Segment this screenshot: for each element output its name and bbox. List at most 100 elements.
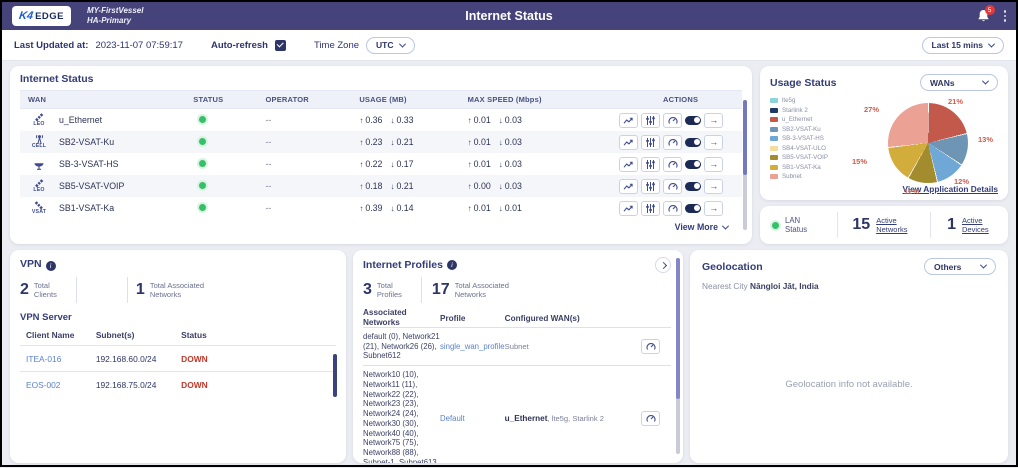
app-logo[interactable]: K4 EDGE — [12, 6, 71, 26]
vpn-clients-label: Total Clients — [34, 281, 68, 299]
wan-settings-button[interactable] — [641, 157, 660, 172]
col-operator: OPERATOR — [265, 95, 359, 104]
wan-details-arrow-button[interactable] — [704, 135, 723, 150]
app-header: K4 EDGE MY-FirstVessel HA-Primary Intern… — [2, 2, 1016, 30]
profile-speedtest-button[interactable] — [641, 339, 660, 354]
usage-up: 0.22 — [365, 159, 382, 169]
legend-swatch — [770, 136, 778, 141]
wan-chart-button[interactable] — [619, 135, 638, 150]
geolocation-filter-select[interactable]: Others — [924, 258, 996, 275]
wan-details-arrow-button[interactable] — [704, 201, 723, 216]
wan-chart-button[interactable] — [619, 179, 638, 194]
wan-type-caption: CELL — [28, 144, 50, 149]
profiles-table-header: Associated Networks Profile Configured W… — [363, 309, 671, 327]
lan-status-label: LAN Status — [785, 216, 817, 235]
time-range-select[interactable]: Last 15 mins — [922, 37, 1005, 54]
wan-details-arrow-button[interactable] — [704, 179, 723, 194]
vpn-clients-count: 2 — [20, 281, 29, 299]
vpn-client-link[interactable]: ITEA-016 — [20, 354, 96, 364]
satellite-vsat-icon: VSAT — [28, 200, 50, 215]
usage-down: 0.14 — [396, 203, 413, 213]
toolbar: Last Updated at: 2023-11-07 07:59:17 Aut… — [2, 30, 1016, 61]
profiles-scrollbar[interactable] — [676, 258, 680, 454]
table-row-wan: CELL SB2-VSAT-Ku -- 0.230.21 0.010.03 — [20, 131, 742, 153]
wan-enable-toggle[interactable] — [685, 204, 701, 213]
wan-enable-toggle[interactable] — [685, 160, 701, 169]
wan-chart-button[interactable] — [619, 201, 638, 216]
vessel-info: MY-FirstVessel HA-Primary — [87, 6, 143, 27]
wan-settings-button[interactable] — [641, 135, 660, 150]
expand-profiles-button[interactable] — [655, 257, 671, 273]
pie-label: 21% — [948, 97, 963, 106]
profile-row: Network10 (10), Network11 (11), Network2… — [363, 365, 671, 463]
wan-settings-button[interactable] — [641, 201, 660, 216]
legend-item: SB1-VSAT-Ka — [770, 164, 852, 171]
wan-name: u_Ethernet — [59, 115, 102, 125]
legend-swatch — [770, 108, 778, 113]
wan-name: SB1-VSAT-Ka — [59, 203, 114, 213]
geolocation-title: Geolocation — [702, 261, 763, 273]
view-more-link[interactable]: View More — [675, 222, 728, 232]
usage-filter-select[interactable]: WANs — [920, 74, 998, 91]
usage-up: 0.36 — [365, 115, 382, 125]
chevron-down-icon — [982, 78, 989, 85]
wan-speedtest-button[interactable] — [663, 201, 682, 216]
kebab-menu-icon[interactable] — [1004, 10, 1006, 21]
operator-value: -- — [265, 181, 359, 191]
time-zone-select[interactable]: UTC — [366, 37, 414, 54]
profile-link[interactable]: single_wan_profile — [440, 342, 505, 351]
pie-graphic[interactable] — [888, 103, 968, 183]
usage-down: 0.17 — [396, 159, 413, 169]
wan-enable-toggle[interactable] — [685, 116, 701, 125]
wan-details-arrow-button[interactable] — [704, 113, 723, 128]
usage-filter-value: WANs — [930, 78, 955, 88]
info-icon[interactable] — [46, 261, 56, 271]
auto-refresh-checkbox[interactable] — [275, 40, 286, 51]
profile-link[interactable]: Default — [440, 414, 505, 423]
wan-name: SB-3-VSAT-HS — [59, 159, 118, 169]
active-networks-link[interactable]: Active Networks — [876, 216, 916, 235]
wan-details-arrow-button[interactable] — [704, 157, 723, 172]
wan-speedtest-button[interactable] — [663, 157, 682, 172]
wan-enable-toggle[interactable] — [685, 138, 701, 147]
vpn-title: VPN — [20, 258, 42, 270]
wan-speedtest-button[interactable] — [663, 135, 682, 150]
active-networks-count: 15 — [852, 216, 870, 234]
usage-down: 0.33 — [396, 115, 413, 125]
table-row-wan: LEO u_Ethernet -- 0.360.33 0.010.03 — [20, 109, 742, 131]
table-row-wan: LEO SB5-VSAT-VOIP -- 0.180.21 0.000.03 — [20, 175, 742, 197]
legend-label: SB1-VSAT-Ka — [782, 164, 821, 171]
wan-settings-button[interactable] — [641, 113, 660, 128]
table-row-wan: SB-3-VSAT-HS -- 0.220.17 0.010.03 — [20, 153, 742, 175]
profile-speedtest-button[interactable] — [641, 411, 660, 426]
usage-pie-chart[interactable]: 21% 13% 12% 12% 15% 27% — [852, 95, 998, 184]
operator-value: -- — [265, 137, 359, 147]
legend-item: Starlink 2 — [770, 107, 852, 114]
active-devices-count: 1 — [947, 216, 956, 234]
vpn-client-row: EOS-002 192.168.75.0/24 DOWN — [20, 371, 336, 397]
wan-name: SB2-VSAT-Ku — [59, 137, 114, 147]
table-scrollbar[interactable] — [743, 100, 747, 230]
wan-chart-button[interactable] — [619, 113, 638, 128]
vpn-client-link[interactable]: EOS-002 — [20, 380, 96, 390]
operator-value: -- — [265, 203, 359, 213]
wan-enable-toggle[interactable] — [685, 182, 701, 191]
notifications-button[interactable]: 5 — [977, 9, 990, 23]
active-devices-link[interactable]: Active Devices — [962, 216, 996, 235]
page-title: Internet Status — [2, 9, 1016, 23]
wan-speedtest-button[interactable] — [663, 113, 682, 128]
usage-up: 0.39 — [365, 203, 382, 213]
wan-settings-button[interactable] — [641, 179, 660, 194]
operator-value: -- — [265, 159, 359, 169]
time-range-value: Last 15 mins — [932, 40, 984, 50]
info-icon[interactable] — [447, 260, 457, 270]
vpn-scrollbar[interactable] — [333, 354, 337, 408]
vpn-status-badge: DOWN — [181, 354, 336, 364]
nearest-city-label: Nearest City — [702, 281, 748, 291]
profile-wans: , lte5g, Starlink 2 — [547, 414, 604, 423]
legend-swatch — [770, 155, 778, 160]
wan-speedtest-button[interactable] — [663, 179, 682, 194]
wan-chart-button[interactable] — [619, 157, 638, 172]
chevron-down-icon — [988, 40, 995, 47]
satellite-dish-icon — [28, 160, 50, 169]
